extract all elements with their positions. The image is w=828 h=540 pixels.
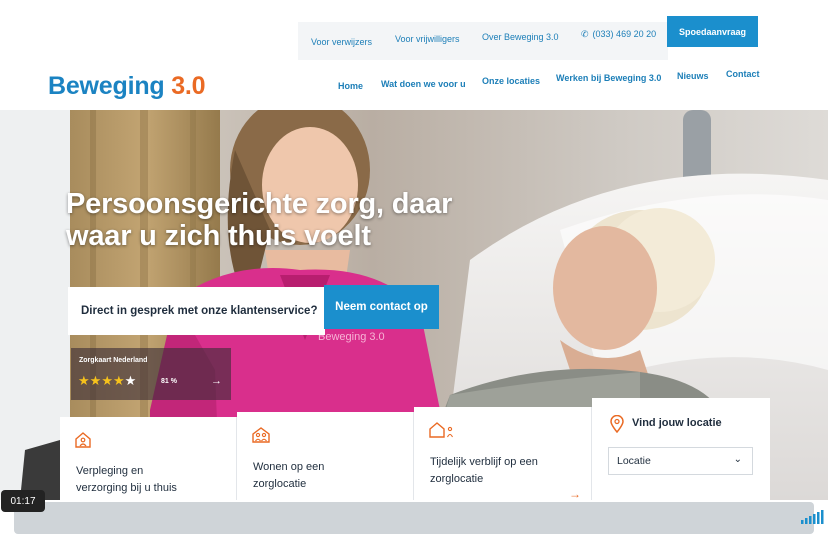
link-over-beweging[interactable]: Over Beweging 3.0: [482, 32, 559, 42]
star-empty-icon: ★: [124, 373, 137, 388]
card-wonen[interactable]: Wonen op een zorglocatie →: [237, 412, 414, 508]
star-filled-icon: ★: [78, 373, 90, 388]
uniform-logo: Beweging 3.0: [318, 331, 385, 343]
card-2-line-2: zorglocatie: [253, 478, 307, 490]
card-tijdelijk-verblijf[interactable]: Tijdelijk verblijf op een zorglocatie →: [414, 407, 592, 507]
star-filled-icon: ★: [112, 373, 125, 388]
card-3-line-2: zorglocatie: [430, 473, 484, 485]
location-finder: Vind jouw locatie Locatie ⌄: [592, 398, 770, 502]
house-person-icon: [74, 431, 92, 454]
card-verpleging[interactable]: Verpleging en verzorging bij u thuis →: [60, 417, 237, 513]
nav-contact[interactable]: Contact: [726, 69, 760, 79]
location-title: Vind jouw locatie: [632, 417, 722, 429]
logo[interactable]: Beweging 3.0: [48, 72, 206, 101]
link-voor-verwijzers[interactable]: Voor verwijzers: [311, 37, 372, 47]
zorgkaart-rating-widget[interactable]: Zorgkaart Nederland ★★★★★ 81 % →: [71, 348, 231, 400]
card-2-line-1: Wonen op een: [253, 461, 325, 473]
phone-link[interactable]: ✆ (033) 469 20 20: [581, 29, 656, 40]
neem-contact-op-button[interactable]: Neem contact op: [324, 285, 439, 329]
hero-headline: Persoonsgerichte zorg, daar waar u zich …: [66, 188, 496, 252]
spoedaanvraag-button[interactable]: Spoedaanvraag: [667, 16, 758, 47]
logo-word: Beweging: [48, 72, 165, 100]
chevron-down-icon: ⌄: [733, 454, 742, 465]
rating-score: 81 %: [161, 378, 177, 385]
logo-version: 3.0: [171, 72, 206, 100]
arrow-right-icon[interactable]: →: [569, 487, 581, 501]
phone-number: (033) 469 20 20: [592, 29, 657, 39]
headline-line-2: waar u zich thuis voelt: [66, 220, 371, 252]
location-select-value: Locatie: [617, 455, 651, 467]
link-voor-vrijwilligers[interactable]: Voor vrijwilligers: [395, 34, 460, 44]
card-3-line-1: Tijdelijk verblijf op een: [430, 456, 538, 468]
location-select[interactable]: Locatie ⌄: [608, 447, 753, 475]
nav-onze-locaties[interactable]: Onze locaties: [482, 76, 540, 86]
headline-line-1: Persoonsgerichte zorg, daar: [66, 188, 453, 220]
rating-stars: ★★★★★: [78, 373, 136, 389]
house-people-icon: [251, 426, 271, 449]
video-progress-bar[interactable]: [14, 502, 814, 534]
star-filled-icon: ★: [101, 373, 113, 388]
phone-icon: ✆: [581, 29, 589, 39]
nav-nieuws[interactable]: Nieuws: [677, 71, 709, 81]
customer-service-prompt: Direct in gesprek met onze klantenservic…: [68, 287, 325, 335]
nav-wat-doen-we[interactable]: Wat doen we voor u: [381, 79, 466, 89]
card-1-line-1: Verpleging en: [76, 465, 144, 477]
house-temporary-icon: [428, 421, 456, 444]
arrow-right-icon[interactable]: →: [211, 375, 222, 387]
nav-werken-bij[interactable]: Werken bij Beweging 3.0: [556, 73, 661, 83]
map-pin-icon: [610, 414, 624, 438]
rating-source: Zorgkaart Nederland: [79, 357, 148, 364]
nav-home[interactable]: Home: [338, 81, 363, 91]
card-1-line-2: verzorging bij u thuis: [76, 482, 177, 494]
star-filled-icon: ★: [89, 373, 102, 388]
volume-icon[interactable]: [800, 510, 824, 529]
video-timecode: 01:17: [1, 490, 45, 512]
